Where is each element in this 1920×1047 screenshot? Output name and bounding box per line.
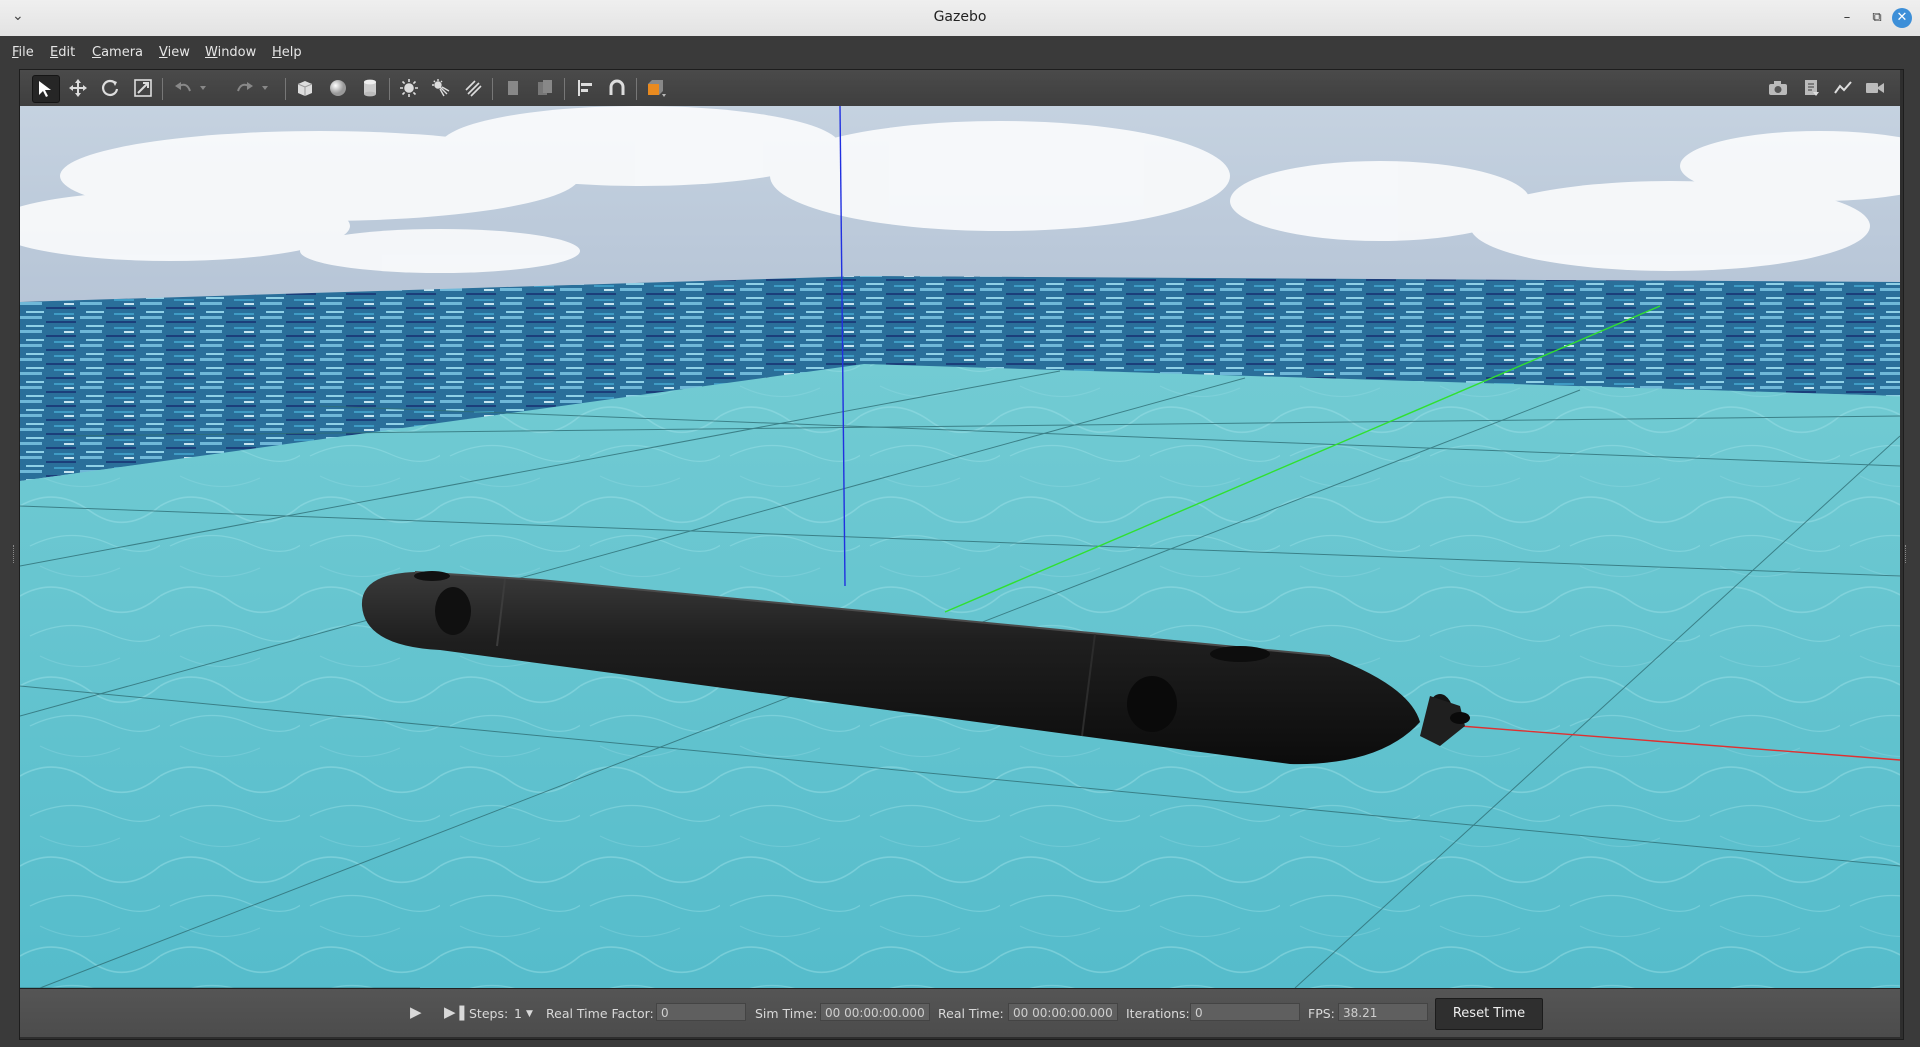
- menu-help-label: elp: [281, 45, 302, 60]
- sim-time-field: 00 00:00:00.000: [820, 1003, 930, 1021]
- toolbar: [20, 70, 1900, 107]
- fps-label: FPS:: [1308, 1006, 1335, 1021]
- menu-help-mnemonic: H: [272, 45, 282, 60]
- align-icon[interactable]: [572, 75, 598, 101]
- menu-file[interactable]: File: [12, 45, 34, 60]
- paste-icon[interactable]: [532, 75, 558, 101]
- menu-edit-label: dit: [58, 45, 76, 60]
- left-panel-handle[interactable]: [13, 545, 17, 563]
- restore-icon[interactable]: ⧉: [1868, 9, 1886, 27]
- spot-light-icon[interactable]: [428, 75, 454, 101]
- point-light-icon[interactable]: [396, 75, 422, 101]
- select-icon[interactable]: [32, 75, 60, 103]
- menu-file-label: ile: [18, 45, 34, 60]
- scale-icon[interactable]: [130, 75, 156, 101]
- toolbar-separator: [492, 78, 493, 100]
- sphere-icon[interactable]: [325, 75, 351, 101]
- undo-icon[interactable]: [170, 75, 196, 101]
- toolbar-separator: [636, 78, 637, 100]
- redo-icon[interactable]: [232, 75, 258, 101]
- view-angle-icon[interactable]: [643, 75, 669, 101]
- snap-icon[interactable]: [604, 75, 630, 101]
- menu-view-label: iew: [167, 45, 190, 60]
- right-panel-handle[interactable]: [1905, 545, 1909, 563]
- directional-light-icon[interactable]: [460, 75, 486, 101]
- menu-edit[interactable]: Edit: [50, 45, 75, 60]
- menu-view-mnemonic: V: [159, 45, 168, 60]
- scene-render[interactable]: [20, 106, 1900, 988]
- menu-view[interactable]: View: [159, 45, 190, 60]
- undo-history-icon[interactable]: [196, 75, 210, 101]
- menu-help[interactable]: Help: [272, 45, 302, 60]
- toolbar-separator: [389, 78, 390, 100]
- redo-history-icon[interactable]: [258, 75, 272, 101]
- menu-camera-mnemonic: C: [92, 45, 102, 60]
- toolbar-separator: [285, 78, 286, 100]
- step-icon[interactable]: ▶❚: [444, 1003, 468, 1021]
- menu-window[interactable]: Window: [205, 45, 256, 60]
- screenshot-icon[interactable]: [1765, 75, 1791, 101]
- iterations-label: Iterations:: [1126, 1006, 1190, 1021]
- sim-time-label: Sim Time:: [755, 1006, 818, 1021]
- video-record-icon[interactable]: [1862, 75, 1888, 101]
- toolbar-separator: [564, 78, 565, 100]
- translate-icon[interactable]: [65, 75, 91, 101]
- steps-dropdown-icon[interactable]: ▼: [526, 1009, 533, 1019]
- toolbar-separator: [162, 78, 163, 100]
- time-panel: ▶ ▶❚ Steps: 1 ▼ Real Time Factor: 0 Sim …: [20, 988, 1900, 1037]
- log-icon[interactable]: [1798, 75, 1824, 101]
- close-icon[interactable]: ✕: [1892, 8, 1912, 28]
- window-title: Gazebo: [933, 9, 987, 25]
- fps-field: 38.21: [1338, 1003, 1428, 1021]
- rtf-field: 0: [656, 1003, 746, 1021]
- menu-camera[interactable]: Camera: [92, 45, 143, 60]
- scene-viewport[interactable]: [20, 106, 1900, 988]
- rotate-icon[interactable]: [97, 75, 123, 101]
- title-bar: ⌄ Gazebo – ⧉ ✕: [0, 0, 1920, 37]
- menu-window-label: indow: [217, 45, 257, 60]
- play-icon[interactable]: ▶: [410, 1003, 422, 1021]
- iterations-field: 0: [1190, 1003, 1300, 1021]
- steps-value[interactable]: 1: [514, 1006, 522, 1021]
- menu-window-mnemonic: W: [205, 45, 218, 60]
- menu-bar: File Edit Camera View Window Help: [0, 36, 1920, 70]
- plot-icon[interactable]: [1830, 75, 1856, 101]
- menu-camera-label: amera: [101, 45, 144, 60]
- minimize-icon[interactable]: –: [1838, 9, 1856, 27]
- real-time-label: Real Time:: [938, 1006, 1004, 1021]
- copy-icon[interactable]: [500, 75, 526, 101]
- real-time-field: 00 00:00:00.000: [1008, 1003, 1118, 1021]
- menu-edit-mnemonic: E: [50, 45, 59, 60]
- cylinder-icon[interactable]: [357, 75, 383, 101]
- rtf-label: Real Time Factor:: [546, 1006, 654, 1021]
- reset-time-button[interactable]: Reset Time: [1435, 998, 1543, 1030]
- box-icon[interactable]: [292, 75, 318, 101]
- steps-label: Steps:: [469, 1006, 509, 1021]
